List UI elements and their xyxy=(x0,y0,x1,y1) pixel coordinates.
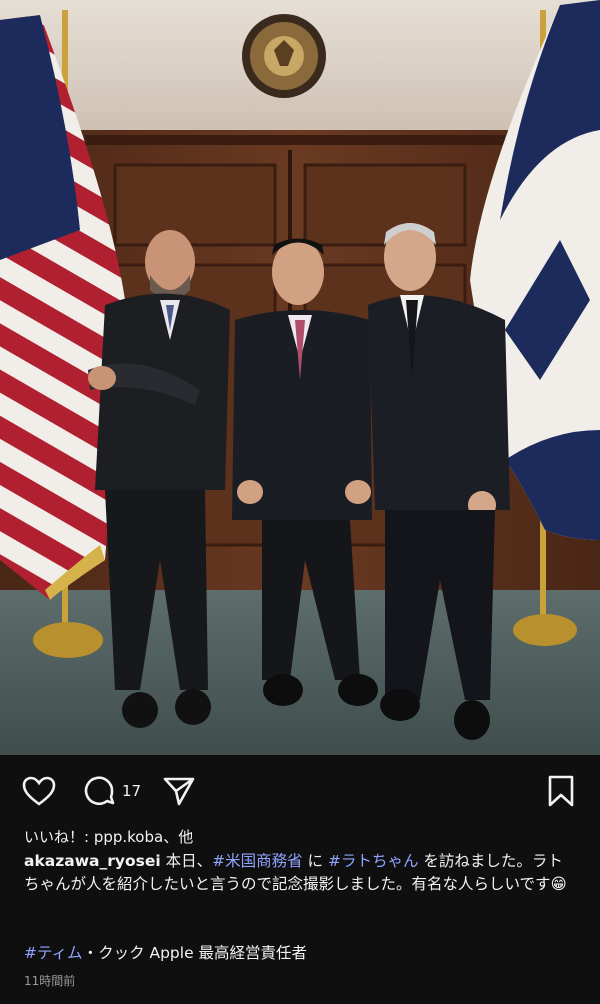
heart-icon xyxy=(22,776,56,806)
save-button[interactable] xyxy=(546,774,576,808)
photo-illustration xyxy=(0,0,600,755)
caption-text-4: ・クック Apple 最高経営責任者 xyxy=(82,944,308,962)
hashtag-link[interactable]: #ラトちゃん xyxy=(328,852,419,870)
post-timestamp: 11時間前 xyxy=(24,974,76,988)
post-action-bar: 17 xyxy=(0,772,600,812)
hashtag-link[interactable]: #米国商務省 xyxy=(212,852,303,870)
caption-line-2: #ティム・クック Apple 最高経営責任者 xyxy=(24,941,307,963)
comment-bubble-icon xyxy=(84,776,115,806)
hashtag-link[interactable]: #ティム xyxy=(24,944,83,962)
department-seal xyxy=(242,14,326,98)
comment-count: 17 xyxy=(122,782,142,800)
post-photo[interactable] xyxy=(0,0,600,755)
post-caption: akazawa_ryosei 本日、#米国商務省 に #ラトちゃん を訪ねました… xyxy=(24,850,574,896)
comment-button[interactable]: 17 xyxy=(82,774,141,808)
likes-summary[interactable]: いいね！: ppp.koba、他 xyxy=(24,826,193,847)
share-button[interactable] xyxy=(162,775,196,807)
caption-text-1: 本日、 xyxy=(160,852,213,870)
bookmark-icon xyxy=(548,775,574,807)
username-link[interactable]: akazawa_ryosei xyxy=(24,852,161,870)
grin-emoji-icon: 😁 xyxy=(550,875,567,893)
send-paper-plane-icon xyxy=(163,777,195,806)
caption-text-2: に xyxy=(302,852,328,870)
like-button[interactable] xyxy=(22,776,56,806)
